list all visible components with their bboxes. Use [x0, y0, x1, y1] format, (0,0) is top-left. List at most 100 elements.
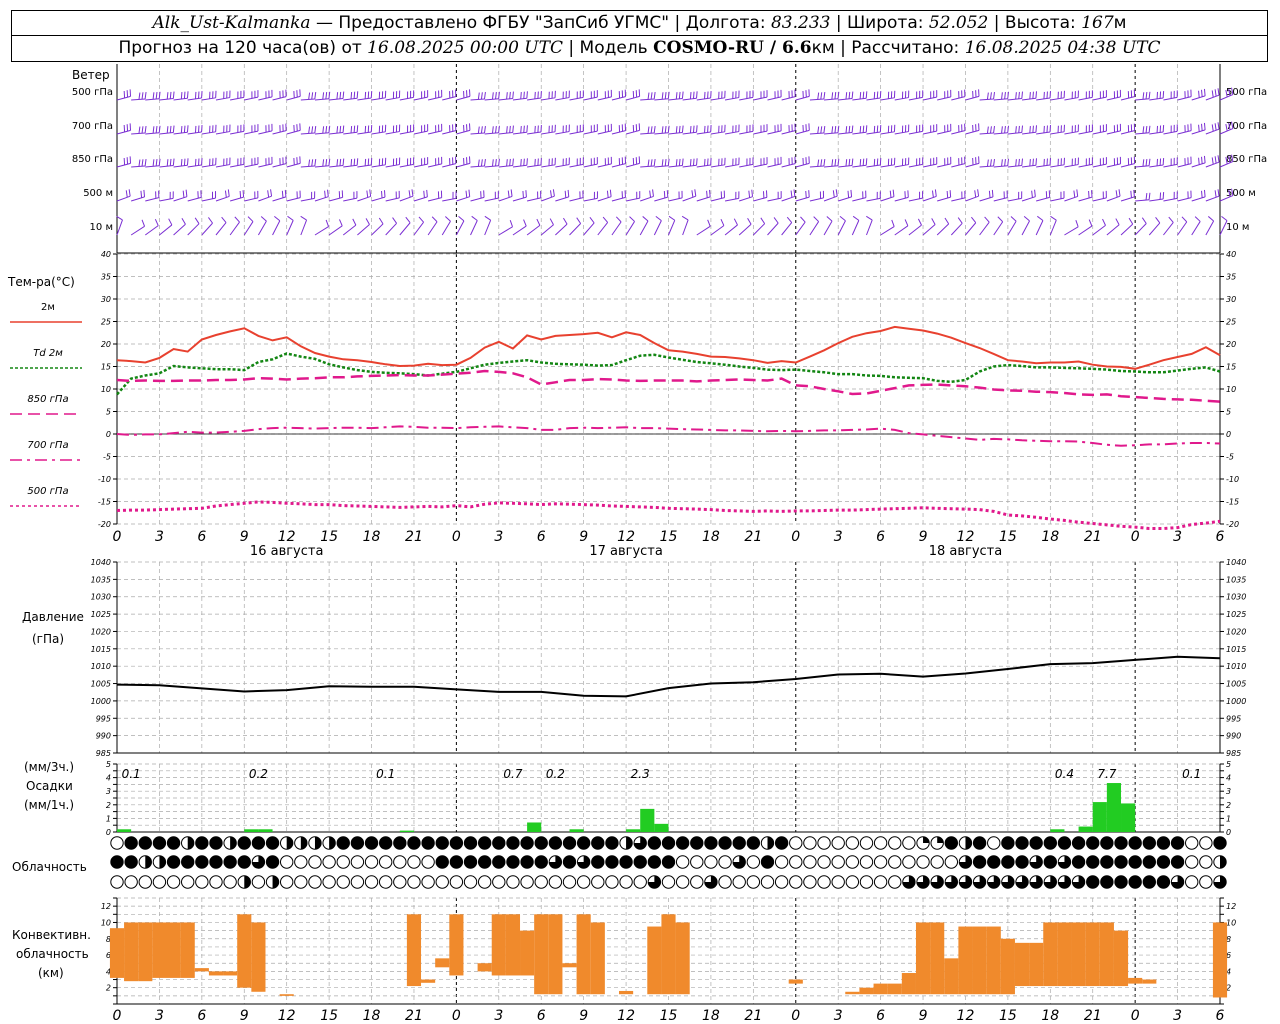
- cloud-symbol: [859, 875, 874, 889]
- wind-barb-feather: [1015, 126, 1017, 134]
- cloud-symbol: [237, 875, 251, 889]
- cloud-circle: [1199, 855, 1213, 869]
- cloud-circle: [1142, 875, 1156, 889]
- wind-barb-feather: [180, 92, 183, 100]
- wind-barb-feather: [733, 218, 738, 226]
- cloud-circle: [520, 836, 534, 850]
- cloud-symbol: [1086, 855, 1100, 869]
- wind-barb: [979, 92, 996, 101]
- cloud-fill-half: [230, 836, 237, 850]
- conv-bar: [180, 922, 195, 978]
- cloud-circle: [152, 875, 167, 889]
- wind-barb: [951, 123, 966, 135]
- wind-barb: [385, 190, 400, 202]
- wind-barb-feather: [820, 92, 823, 100]
- wind-barb-shaft: [1049, 219, 1057, 236]
- wind-barb: [116, 123, 132, 135]
- wind-barb-feather: [1018, 125, 1020, 133]
- cloud-circle: [1071, 836, 1086, 850]
- wind-barb-feather: [831, 159, 834, 167]
- temp-xaxis-hour-label: 18: [363, 529, 381, 545]
- cloud-circle: [138, 875, 152, 889]
- wind-barb-shaft: [1064, 195, 1078, 202]
- wind-barb-shaft: [682, 195, 696, 202]
- wind-barb-feather: [652, 189, 654, 197]
- wind-barb-feather: [1075, 219, 1079, 227]
- wind-barb: [527, 158, 542, 168]
- wind-barb: [682, 158, 698, 168]
- cloud-circle: [251, 875, 266, 889]
- precip-bar: [1092, 802, 1107, 832]
- wind-barb-shaft: [1134, 223, 1147, 236]
- pressure-ytick-label: 985: [96, 749, 111, 758]
- cloud-symbol: [336, 875, 350, 889]
- temp-xaxis-hour-label: 3: [834, 529, 843, 545]
- wind-barb: [824, 125, 840, 135]
- cloud-fill-half: [272, 875, 279, 889]
- wind-barb: [371, 90, 387, 101]
- wind-barb-feather: [522, 190, 524, 199]
- wind-barb-shaft: [569, 96, 584, 101]
- wind-barb: [201, 90, 217, 101]
- wind-barb-feather: [831, 92, 834, 100]
- wind-barb: [1064, 90, 1079, 101]
- wind-barb-feather: [666, 190, 669, 198]
- wind-barb: [1021, 125, 1037, 135]
- cloud-symbol: [294, 875, 308, 889]
- wind-barb: [908, 218, 922, 236]
- wind-barb: [838, 189, 853, 202]
- wind-barb: [767, 89, 782, 101]
- wind-barb-shaft: [880, 131, 895, 135]
- wind-barb: [640, 126, 656, 135]
- cloud-circle: [1114, 875, 1128, 889]
- cloud-symbol: [633, 875, 647, 889]
- wind-barb: [824, 158, 840, 168]
- cloud-symbol: [1043, 855, 1058, 869]
- pressure-ytick-label: 1040: [91, 558, 111, 567]
- wind-barb: [555, 189, 570, 202]
- wind-barb: [399, 189, 414, 202]
- wind-barb-feather: [917, 218, 922, 226]
- cloud-symbol: [958, 855, 973, 869]
- cloud-symbol: [591, 855, 605, 869]
- wind-barb: [752, 217, 766, 236]
- wind-barb-feather: [1148, 125, 1151, 133]
- cloud-symbol: [803, 855, 817, 869]
- conv-xaxis-hour-label: 12: [617, 1008, 635, 1024]
- wind-barb-shaft: [385, 164, 400, 168]
- wind-barb: [696, 91, 712, 101]
- pressure-ytick-label: 1030: [1226, 593, 1246, 602]
- wind-barb: [851, 215, 860, 236]
- wind-barb: [894, 90, 910, 101]
- wind-barb-feather: [813, 216, 819, 222]
- wind-barb-feather: [509, 91, 511, 99]
- wind-level-label-right: 500 м: [1226, 188, 1256, 199]
- wind-barb-shaft: [258, 195, 272, 202]
- wind-barb-shaft: [173, 223, 186, 236]
- cloud-circle: [336, 875, 350, 889]
- cloud-symbol: [463, 836, 478, 850]
- cloud-symbol: [1001, 855, 1015, 869]
- wind-barb-feather: [342, 91, 345, 99]
- wind-barb: [498, 219, 513, 236]
- wind-barb: [427, 190, 443, 202]
- wind-barb-shaft: [625, 95, 640, 101]
- conv-xaxis-hour-label: 6: [876, 1008, 885, 1024]
- wind-barb: [371, 124, 387, 135]
- wind-barb-shaft: [300, 219, 308, 236]
- wind-barb-shaft: [696, 196, 711, 202]
- wind-barb-shaft: [1135, 98, 1150, 101]
- conv-xaxis-hour-label: 21: [744, 1008, 762, 1024]
- cloud-circle: [789, 836, 803, 850]
- cloud-circle: [888, 875, 902, 889]
- cloud-circle: [1185, 875, 1199, 889]
- cloud-symbol: [732, 836, 746, 850]
- date-label: 16 августа: [250, 544, 324, 559]
- wind-barb-shaft: [1007, 132, 1022, 135]
- pressure-grid: [116, 562, 1221, 753]
- wind-barb-feather: [1217, 189, 1220, 197]
- cloud-symbol: [930, 875, 944, 889]
- wind-barb-feather: [831, 126, 834, 134]
- wind-barb-feather: [392, 217, 397, 224]
- cloud-symbol: [675, 875, 690, 889]
